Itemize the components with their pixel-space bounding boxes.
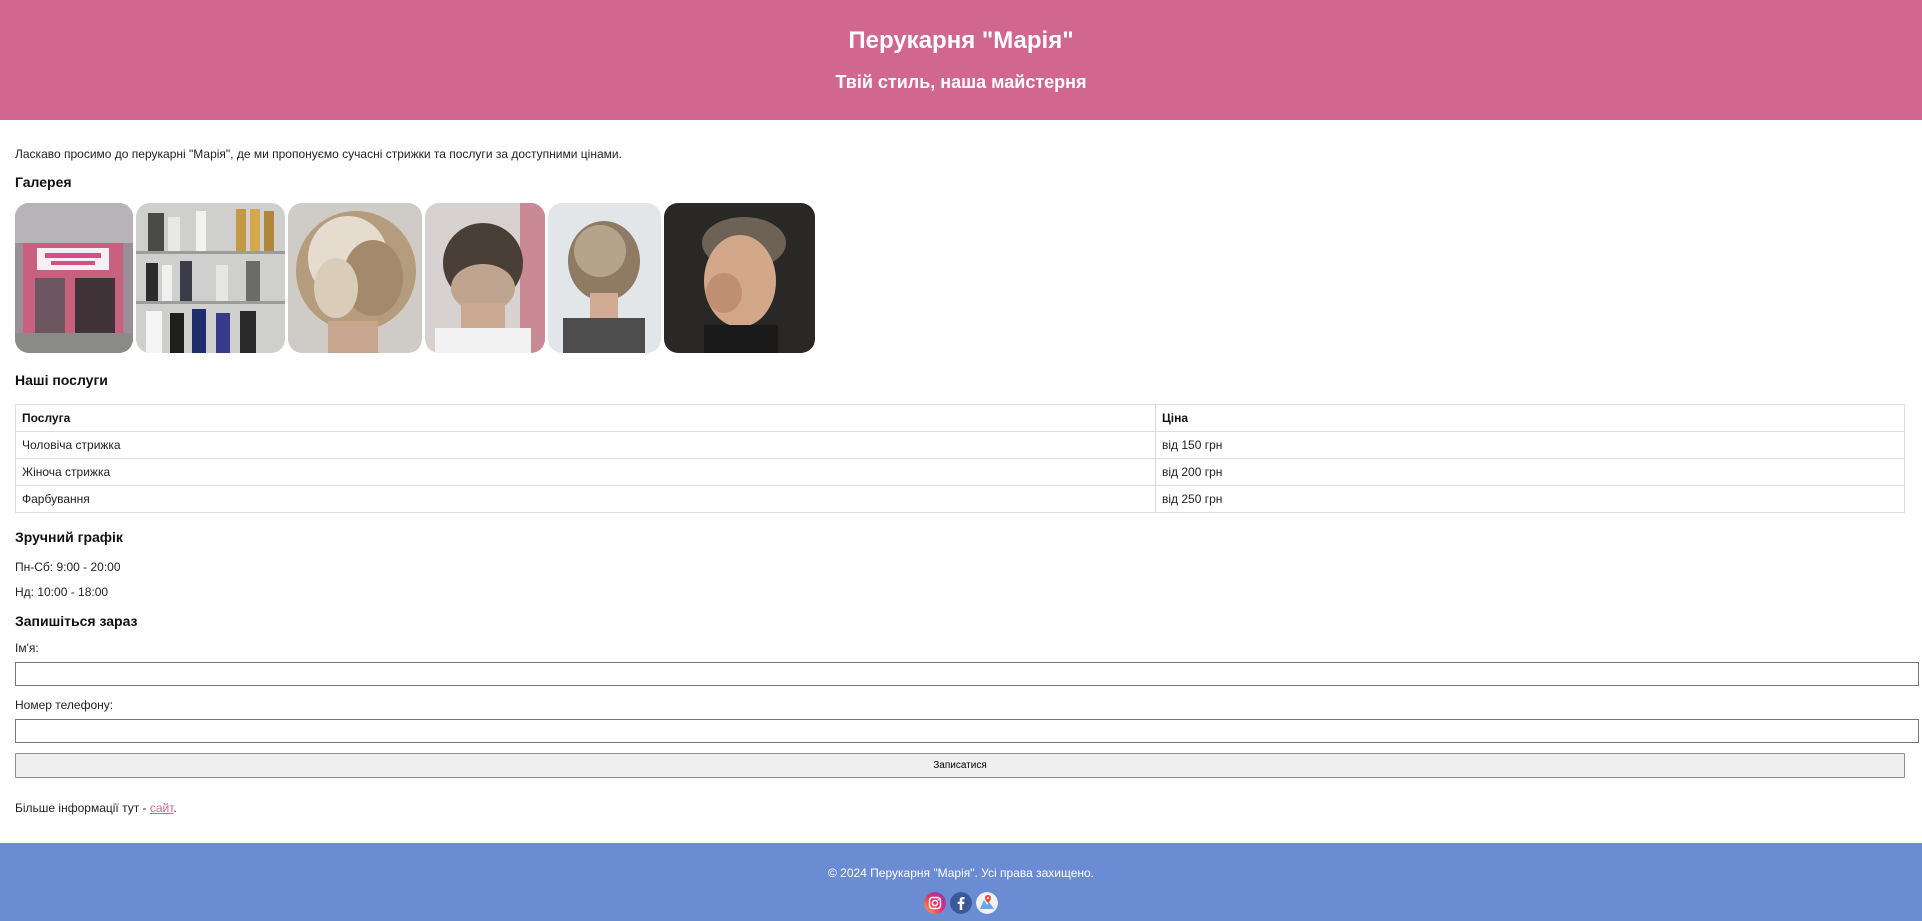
table-row: Жіноча стрижка від 200 грн (15, 458, 1905, 486)
gallery-photo-men-crew-cut[interactable] (664, 203, 815, 353)
intro-text: Ласкаво просимо до перукарні "Марія", де… (15, 147, 622, 161)
service-price: від 250 грн (1155, 485, 1905, 513)
site-footer: © 2024 Перукарня "Марія". Усі права захи… (0, 843, 1922, 921)
gallery-photo-short-bob[interactable] (548, 203, 661, 353)
submit-booking-button[interactable]: Записатися (15, 753, 1905, 778)
instagram-icon[interactable] (924, 892, 946, 914)
table-row: Чоловіча стрижка від 150 грн (15, 431, 1905, 459)
services-title: Наші послуги (15, 372, 108, 388)
facebook-icon[interactable] (950, 892, 972, 914)
site-link[interactable]: сайт (150, 801, 174, 815)
phone-input[interactable] (15, 719, 1919, 743)
booking-title: Запишіться зараз (15, 613, 138, 629)
gallery-photo-blonde-bob[interactable] (288, 203, 422, 353)
copyright-text: © 2024 Перукарня "Марія". Усі права захи… (827, 866, 1095, 880)
gallery-photo-hair-products[interactable] (136, 203, 285, 353)
schedule-sunday: Нд: 10:00 - 18:00 (15, 585, 109, 599)
name-input[interactable] (15, 662, 1919, 686)
site-title: Перукарня "Марія" (848, 27, 1074, 55)
services-table: Послуга Ціна Чоловіча стрижка від 150 гр… (15, 404, 1905, 513)
gallery-photo-salon-exterior[interactable] (15, 203, 133, 353)
gallery (15, 203, 1907, 353)
booking-form: Ім'я: Номер телефону: Записатися (15, 641, 1919, 778)
service-price: від 200 грн (1155, 458, 1905, 486)
more-info-prefix: Більше інформації тут - (15, 801, 150, 815)
more-info-suffix: . (173, 801, 177, 815)
service-price: від 150 грн (1155, 431, 1905, 459)
schedule-weekdays: Пн-Сб: 9:00 - 20:00 (15, 560, 121, 574)
site-header: Перукарня "Марія" Твій стиль, наша майст… (0, 0, 1922, 120)
phone-label: Номер телефону: (15, 698, 114, 712)
main-content: Ласкаво просимо до перукарні "Марія", де… (0, 147, 1922, 815)
table-header-row: Послуга Ціна (15, 404, 1905, 432)
gallery-photo-men-fade[interactable] (425, 203, 545, 353)
service-name: Фарбування (15, 485, 1156, 513)
service-name: Чоловіча стрижка (15, 431, 1156, 459)
column-header-price: Ціна (1155, 404, 1905, 432)
social-links (0, 892, 1922, 914)
gallery-title: Галерея (15, 174, 72, 190)
more-info-text: Більше інформації тут - сайт. (15, 801, 1907, 815)
table-row: Фарбування від 250 грн (15, 485, 1905, 513)
site-tagline: Твій стиль, наша майстерня (835, 71, 1087, 92)
google-maps-icon[interactable] (976, 892, 998, 914)
name-label: Ім'я: (15, 641, 39, 655)
schedule-title: Зручний графік (15, 529, 123, 545)
service-name: Жіноча стрижка (15, 458, 1156, 486)
column-header-service: Послуга (15, 404, 1156, 432)
